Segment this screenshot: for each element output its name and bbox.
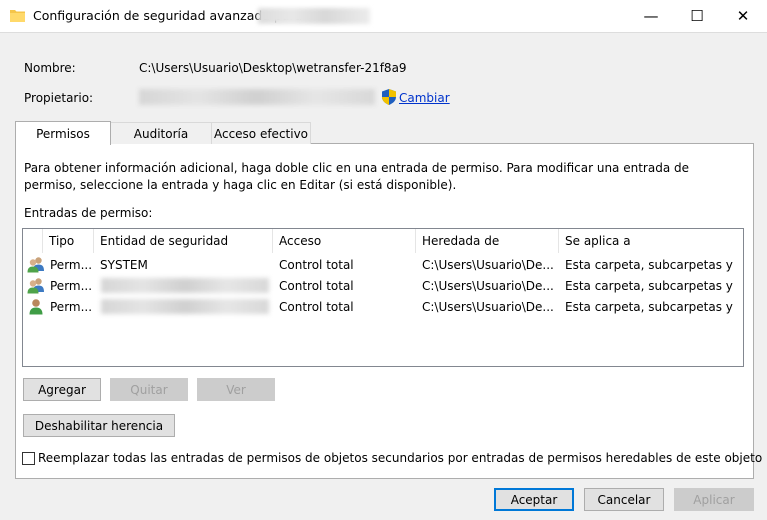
- tab-permisos[interactable]: Permisos: [15, 121, 111, 145]
- permissions-description: Para obtener información adicional, haga…: [24, 161, 689, 192]
- name-value: C:\Users\Usuario\Desktop\wetransfer-21f8…: [139, 61, 407, 75]
- ok-button[interactable]: Aceptar: [494, 488, 574, 511]
- replace-entries-label[interactable]: Reemplazar todas las entradas de permiso…: [38, 451, 762, 465]
- minimize-button[interactable]: —: [628, 0, 674, 32]
- row-type: Perm...: [50, 299, 92, 314]
- maximize-button[interactable]: ☐: [674, 0, 720, 32]
- tab-auditoria[interactable]: Auditoría: [110, 122, 212, 144]
- row-applies: Esta carpeta, subcarpetas y ...: [565, 299, 737, 314]
- replace-entries-checkbox[interactable]: [22, 452, 35, 465]
- row-inherited: C:\Users\Usuario\De...: [422, 257, 554, 272]
- single-user-icon: [29, 299, 43, 315]
- row-inherited: C:\Users\Usuario\De...: [422, 278, 554, 293]
- row-access: Control total: [279, 257, 354, 272]
- title-bar: Configuración de seguridad avanzada para…: [0, 0, 767, 33]
- table-row[interactable]: Perm... Control total C:\Users\Usuario\D…: [23, 296, 741, 317]
- column-header-entidad[interactable]: Entidad de seguridad: [94, 229, 273, 253]
- row-applies: Esta carpeta, subcarpetas y ...: [565, 257, 737, 272]
- view-button[interactable]: Ver: [197, 378, 275, 401]
- cancel-button[interactable]: Cancelar: [584, 488, 664, 511]
- close-button[interactable]: ✕: [720, 0, 766, 32]
- group-users-icon: [27, 278, 44, 294]
- uac-shield-icon: [382, 89, 396, 105]
- tab-acceso-efectivo[interactable]: Acceso efectivo: [211, 122, 311, 144]
- row-type: Perm...: [50, 278, 92, 293]
- row-type: Perm...: [50, 257, 92, 272]
- folder-icon: [10, 10, 25, 22]
- table-row[interactable]: Perm... SYSTEM Control total C:\Users\Us…: [23, 254, 741, 275]
- row-principal-redacted: [101, 278, 269, 293]
- column-header-icon[interactable]: [23, 229, 43, 253]
- row-access: Control total: [279, 278, 354, 293]
- redacted-path: [258, 8, 370, 24]
- row-principal-redacted: [101, 299, 269, 314]
- column-header-acceso[interactable]: Acceso: [273, 229, 416, 253]
- group-users-icon: [27, 257, 44, 273]
- row-access: Control total: [279, 299, 354, 314]
- row-principal: SYSTEM: [100, 257, 148, 272]
- owner-value-redacted: [139, 89, 375, 105]
- apply-button[interactable]: Aplicar: [674, 488, 754, 511]
- row-inherited: C:\Users\Usuario\De...: [422, 299, 554, 314]
- remove-button[interactable]: Quitar: [110, 378, 188, 401]
- column-header-heredada[interactable]: Heredada de: [416, 229, 559, 253]
- change-owner-link[interactable]: Cambiar: [399, 91, 450, 105]
- disable-inheritance-button[interactable]: Deshabilitar herencia: [23, 414, 175, 437]
- owner-label: Propietario:: [24, 91, 94, 105]
- column-header-tipo[interactable]: Tipo: [43, 229, 94, 253]
- add-button[interactable]: Agregar: [23, 378, 101, 401]
- entries-label: Entradas de permiso:: [24, 206, 153, 220]
- row-applies: Esta carpeta, subcarpetas y ...: [565, 278, 737, 293]
- column-header-aplica[interactable]: Se aplica a: [559, 229, 741, 253]
- table-row[interactable]: Perm... Control total C:\Users\Usuario\D…: [23, 275, 741, 296]
- name-label: Nombre:: [24, 61, 76, 75]
- permission-entries-list[interactable]: Tipo Entidad de seguridad Acceso Heredad…: [22, 228, 744, 367]
